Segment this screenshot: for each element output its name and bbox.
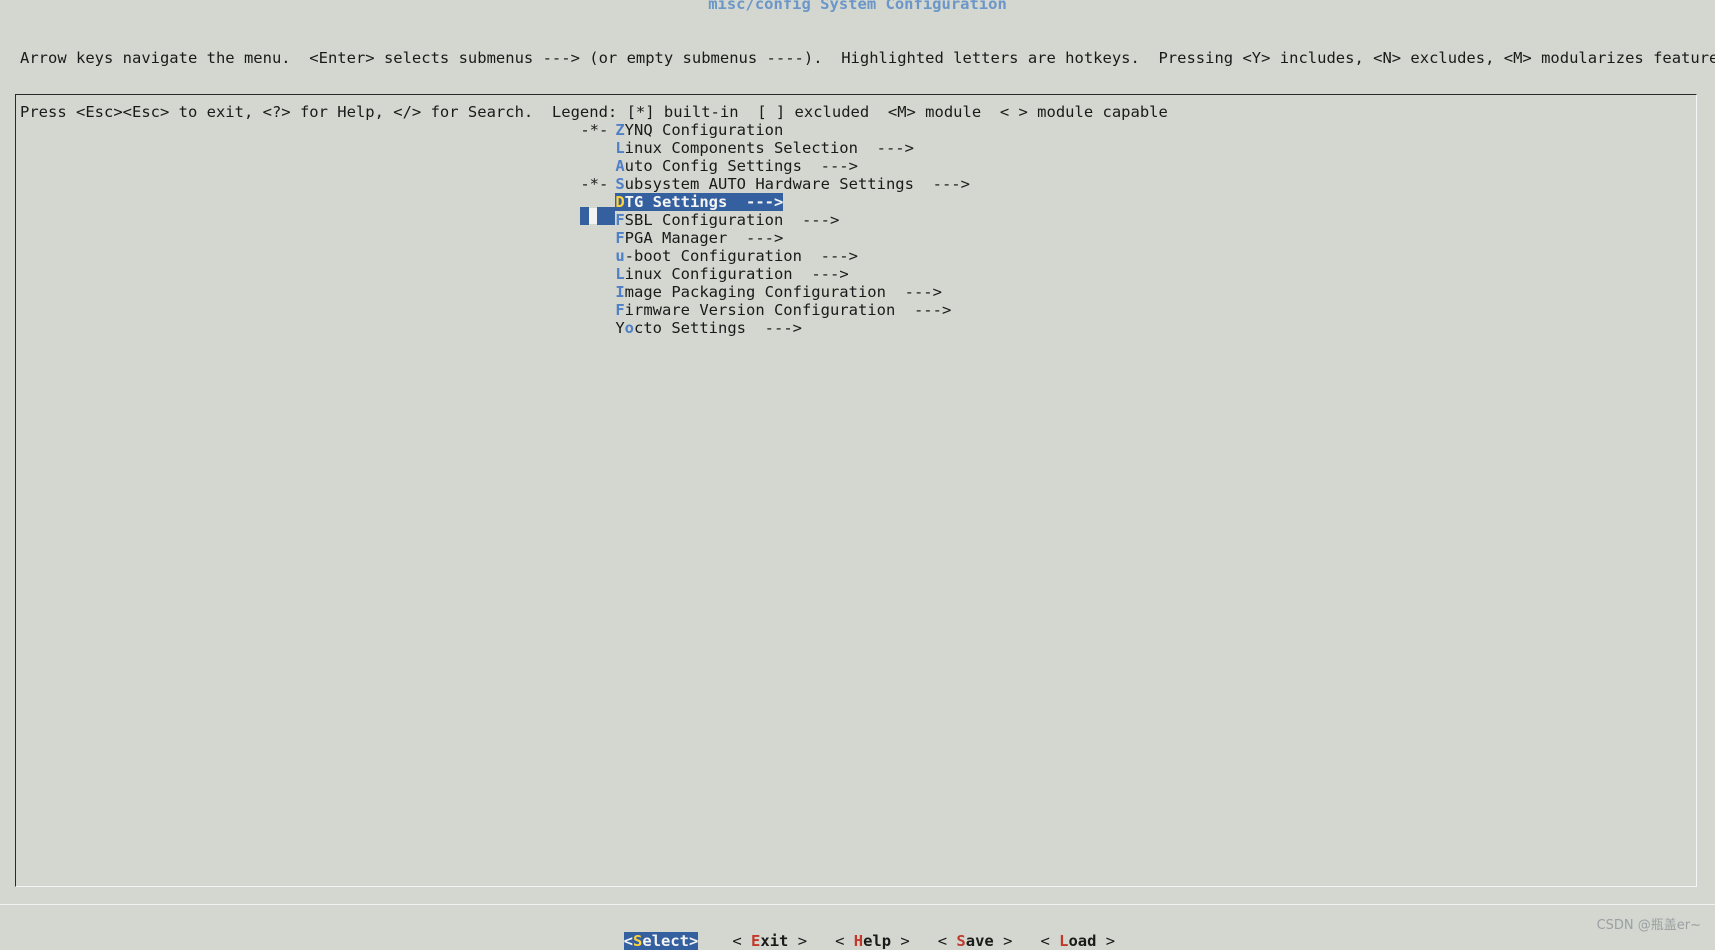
help-line-1: Arrow keys navigate the menu. <Enter> se… [20,49,1715,67]
button-bracket-open: < [835,932,854,950]
menu-item-zynq-configuration[interactable]: -*- ZYNQ Configuration [543,103,970,139]
menu-list: -*- ZYNQ Configuration Linux Components S… [543,103,970,337]
menu-item-fsbl-configuration[interactable]: FSBL Configuration ---> [543,193,970,229]
exit-button[interactable]: < Exit > [732,932,807,950]
menu-item-dtg-settings[interactable]: DTG Settings ---> [543,175,970,225]
hotkey: H [853,932,864,950]
button-bar: <Select> < Exit > < Help > < Save > < Load > [605,914,1143,950]
submenu-arrow: ---> [746,319,802,337]
button-label: xit [760,932,789,950]
button-label: elp [863,932,892,950]
menu-item-linux-configuration[interactable]: Linux Configuration ---> [543,247,970,283]
button-bar-divider [0,904,1715,905]
load-button[interactable]: < Load > [1040,932,1115,950]
hotkey: o [624,319,635,337]
button-bracket-open: < [1040,932,1060,950]
select-button[interactable]: <Select> [623,932,699,950]
save-button[interactable]: < Save > [938,932,1013,950]
button-bracket-close: > [689,932,699,950]
menu-item-fpga-manager[interactable]: FPGA Manager ---> [543,211,970,247]
button-bracket-open: < [937,932,957,950]
help-button[interactable]: < Help > [835,932,910,950]
menu-item-subsystem-auto-hardware-settings[interactable]: -*- Subsystem AUTO Hardware Settings ---> [543,157,970,193]
item-label: cto Settings [634,319,746,337]
hotkey: S [633,932,643,950]
menu-item-yocto-settings[interactable]: Yocto Settings ---> [543,301,970,337]
watermark: CSDN @瓶盖er~ [1596,918,1701,933]
button-bracket-close: > [788,932,808,950]
window-title: misc/config System Configuration [708,0,1007,13]
button-bracket-close: > [1096,932,1116,950]
button-bracket-open: < [623,932,634,950]
button-label: elect [642,932,690,950]
button-bracket-close: > [891,932,910,950]
hotkey: S [956,932,966,950]
button-bracket-close: > [993,932,1013,950]
menu-item-auto-config-settings[interactable]: Auto Config Settings ---> [543,139,970,175]
menu-item-image-packaging-configuration[interactable]: Image Packaging Configuration ---> [543,265,970,301]
button-label: oad [1068,932,1097,950]
hotkey: E [751,932,761,950]
menu-item-u-boot-configuration[interactable]: u-boot Configuration ---> [543,229,970,265]
menu-item-linux-components-selection[interactable]: Linux Components Selection ---> [543,121,970,157]
item-label-prefix: Y [615,319,625,337]
button-bracket-open: < [732,932,752,950]
menu-item-firmware-version-configuration[interactable]: Firmware Version Configuration ---> [543,283,970,319]
button-label: ave [965,932,994,950]
